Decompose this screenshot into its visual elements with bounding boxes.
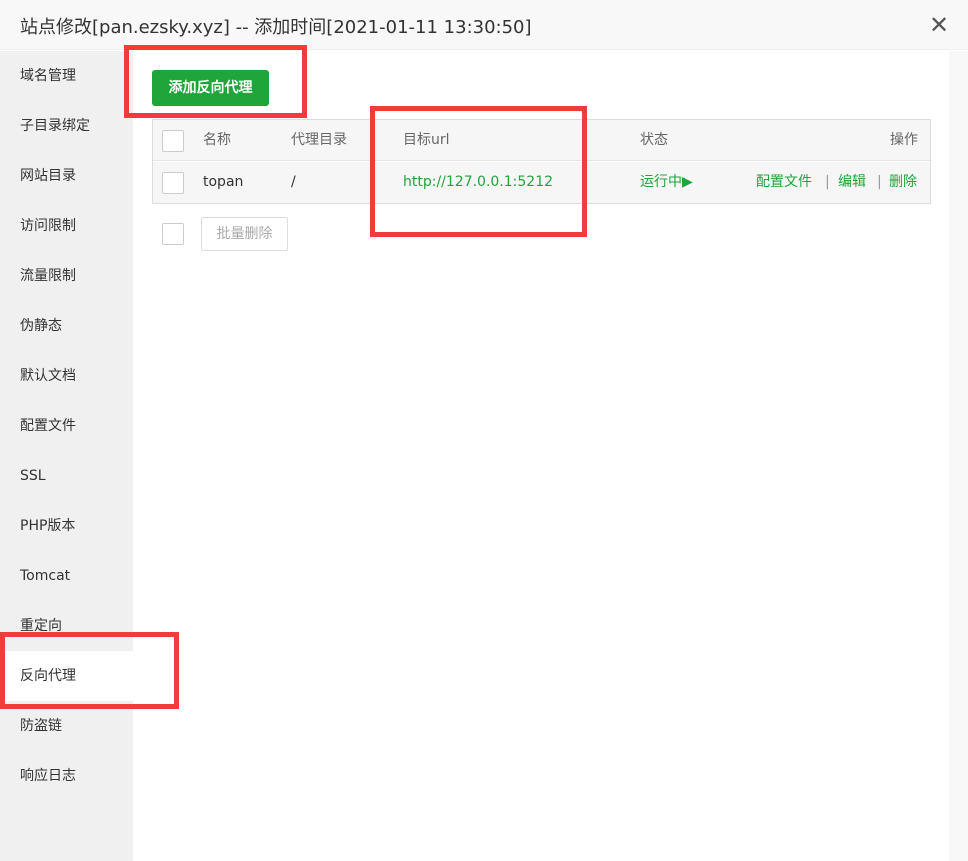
batch-select-checkbox[interactable] (162, 223, 184, 245)
action-separator: | (825, 174, 830, 190)
row-status-running[interactable]: 运行中▶ (640, 162, 693, 203)
sidebar-item-domain[interactable]: 域名管理 (0, 51, 133, 101)
dialog-titlebar: 站点修改[pan.ezsky.xyz] -- 添加时间[2021-01-11 1… (0, 0, 968, 50)
sidebar-item-subdir[interactable]: 子目录绑定 (0, 101, 133, 151)
sidebar-item-tomcat[interactable]: Tomcat (0, 551, 133, 601)
edit-link[interactable]: 编辑 (838, 162, 866, 203)
header-target-url: 目标url (403, 132, 450, 148)
sidebar-item-site-dir[interactable]: 网站目录 (0, 151, 133, 201)
sidebar: 域名管理 子目录绑定 网站目录 访问限制 流量限制 伪静态 默认文档 配置文件 … (0, 51, 133, 861)
delete-link[interactable]: 删除 (889, 162, 917, 203)
sidebar-item-default-doc[interactable]: 默认文档 (0, 351, 133, 401)
sidebar-item-config-file[interactable]: 配置文件 (0, 401, 133, 451)
row-checkbox[interactable] (162, 172, 184, 194)
table-row: topan / http://127.0.0.1:5212 运行中▶ 配置文件 … (153, 162, 930, 203)
sidebar-item-traffic-limit[interactable]: 流量限制 (0, 251, 133, 301)
close-icon[interactable]: ✕ (926, 13, 952, 39)
row-name: topan (203, 174, 244, 190)
header-status: 状态 (640, 132, 668, 148)
sidebar-item-php-version[interactable]: PHP版本 (0, 501, 133, 551)
sidebar-item-reverse-proxy[interactable]: 反向代理 (0, 651, 133, 701)
scrollbar-track[interactable] (949, 51, 968, 861)
header-proxy-dir: 代理目录 (291, 132, 347, 148)
sidebar-item-rewrite[interactable]: 伪静态 (0, 301, 133, 351)
add-reverse-proxy-button[interactable]: 添加反向代理 (152, 70, 269, 106)
sidebar-item-redirect[interactable]: 重定向 (0, 601, 133, 651)
config-file-link[interactable]: 配置文件 (756, 162, 812, 203)
sidebar-item-access-limit[interactable]: 访问限制 (0, 201, 133, 251)
row-proxy-dir: / (291, 174, 296, 190)
header-name: 名称 (203, 132, 231, 148)
header-actions: 操作 (890, 132, 918, 148)
sidebar-item-hotlink[interactable]: 防盗链 (0, 701, 133, 751)
select-all-checkbox[interactable] (162, 130, 184, 152)
sidebar-item-ssl[interactable]: SSL (0, 451, 133, 501)
proxy-table: 名称 代理目录 目标url 状态 操作 topan / http://127.0… (152, 119, 931, 204)
dialog-title: 站点修改[pan.ezsky.xyz] -- 添加时间[2021-01-11 1… (20, 17, 532, 38)
sidebar-item-response-log[interactable]: 响应日志 (0, 751, 133, 801)
table-header: 名称 代理目录 目标url 状态 操作 (153, 120, 930, 161)
row-target-url: http://127.0.0.1:5212 (403, 174, 554, 190)
action-separator: | (877, 174, 882, 190)
batch-delete-button[interactable]: 批量删除 (201, 217, 288, 251)
